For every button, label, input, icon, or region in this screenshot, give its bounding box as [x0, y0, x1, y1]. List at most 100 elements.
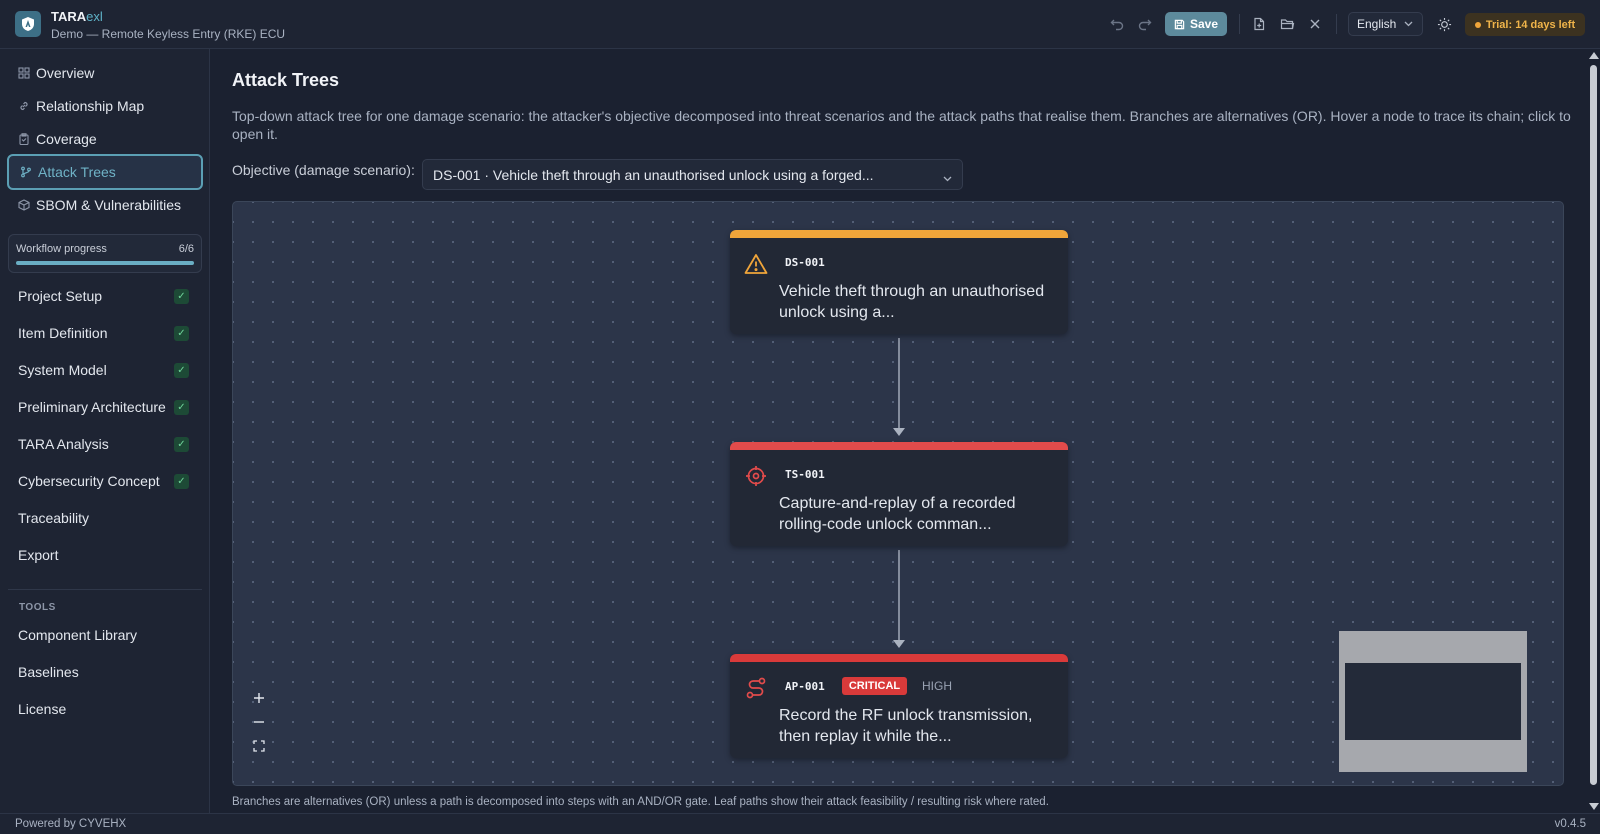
tool-label: Component Library [18, 627, 138, 643]
check-icon: ✓ [174, 474, 189, 489]
header-divider [1239, 14, 1240, 34]
node-text: Vehicle theft through an unauthorised un… [779, 283, 1045, 321]
clipboard-icon [18, 133, 30, 145]
tree-node-threat-scenario[interactable]: TS-001 Capture-and-replay of a recorded … [730, 442, 1068, 546]
nav-label: Attack Trees [38, 164, 116, 180]
app-version: v0.4.5 [1554, 818, 1586, 830]
theme-toggle-icon[interactable] [1435, 15, 1453, 33]
tree-node-damage-scenario[interactable]: DS-001 Vehicle theft through an unauthor… [730, 230, 1068, 334]
package-icon [18, 199, 30, 211]
app-title: TARAexl [51, 9, 103, 24]
page-title: Attack Trees [232, 70, 340, 90]
minus-icon [254, 721, 264, 723]
trial-label: Trial: 14 days left [1485, 18, 1576, 31]
check-icon: ✓ [174, 437, 189, 452]
check-icon: ✓ [174, 400, 189, 415]
tool-label: License [18, 701, 67, 717]
step-cybersecurity-concept[interactable]: Cybersecurity Concept ✓ [7, 464, 203, 498]
warning-icon [744, 252, 768, 276]
nav-attack-trees[interactable]: Attack Trees [7, 154, 203, 190]
check-icon: ✓ [174, 289, 189, 304]
grid-icon [18, 67, 30, 79]
save-icon [1174, 19, 1185, 29]
main-content: Attack Trees Top-down attack tree for on… [211, 49, 1587, 813]
language-value: English [1357, 17, 1397, 31]
arrow-head-icon [893, 428, 905, 436]
new-file-icon[interactable] [1250, 15, 1268, 33]
nav-label: Coverage [36, 131, 97, 147]
nav-relationship-map[interactable]: Relationship Map [7, 89, 203, 123]
redo-icon[interactable] [1136, 15, 1154, 33]
attack-tree-canvas[interactable]: DS-001 Vehicle theft through an unauthor… [232, 201, 1564, 786]
step-system-model[interactable]: System Model ✓ [7, 353, 203, 387]
close-project-icon[interactable] [1306, 15, 1324, 33]
node-color-bar [730, 230, 1068, 238]
step-label: TARA Analysis [18, 436, 109, 452]
language-select[interactable]: English [1348, 12, 1423, 36]
zoom-out-button[interactable] [247, 710, 271, 734]
step-export[interactable]: Export [7, 538, 203, 572]
scroll-up-icon[interactable] [1589, 52, 1599, 59]
route-icon [744, 676, 768, 700]
project-name: Demo — Remote Keyless Entry (RKE) ECU [51, 27, 286, 41]
undo-icon[interactable] [1108, 15, 1126, 33]
nav-label: Overview [36, 65, 95, 81]
step-traceability[interactable]: Traceability [7, 501, 203, 535]
node-id: DS-001 [785, 256, 825, 269]
shield-logo-icon [22, 17, 34, 31]
header-divider [1336, 14, 1337, 34]
save-label: Save [1189, 17, 1219, 31]
link-icon [18, 100, 30, 112]
canvas-footnote: Branches are alternatives (OR) unless a … [232, 796, 1049, 808]
step-label: Project Setup [18, 288, 103, 304]
workflow-label: Workflow progress [16, 243, 107, 255]
step-label: Preliminary Architecture [18, 399, 166, 415]
chevron-down-icon [943, 169, 952, 185]
step-label: Item Definition [18, 325, 108, 341]
check-icon: ✓ [174, 363, 189, 378]
step-item-definition[interactable]: Item Definition ✓ [7, 316, 203, 350]
scroll-thumb[interactable] [1590, 65, 1597, 785]
fit-view-button[interactable] [247, 734, 271, 758]
node-color-bar [730, 654, 1068, 662]
branch-icon [20, 166, 32, 178]
feasibility-label: HIGH [922, 679, 952, 693]
objective-select[interactable]: DS-001 · Vehicle theft through an unauth… [422, 159, 963, 190]
workflow-progress-fill [16, 261, 194, 265]
node-text: Record the RF unlock transmission, then … [779, 707, 1033, 745]
powered-by: Powered by CYVEHX [15, 818, 127, 830]
page-description: Top-down attack tree for one damage scen… [232, 108, 1571, 142]
nav-coverage[interactable]: Coverage [7, 122, 203, 156]
minimap[interactable] [1339, 631, 1527, 772]
tree-node-attack-path[interactable]: AP-001 CRITICAL HIGH Record the RF unloc… [730, 654, 1068, 758]
chevron-down-icon [1404, 21, 1413, 27]
tool-license[interactable]: License [7, 692, 203, 726]
step-label: Cybersecurity Concept [18, 473, 160, 489]
nav-sbom[interactable]: SBOM & Vulnerabilities [7, 188, 203, 222]
tool-baselines[interactable]: Baselines [7, 655, 203, 689]
main-scrollbar[interactable] [1588, 49, 1600, 813]
sidebar: Overview Relationship Map Coverage Attac… [0, 49, 210, 813]
step-preliminary-architecture[interactable]: Preliminary Architecture ✓ [7, 390, 203, 424]
sidebar-divider [8, 589, 202, 590]
zoom-in-button[interactable] [247, 686, 271, 710]
scroll-down-icon[interactable] [1589, 803, 1599, 810]
nav-label: Relationship Map [36, 98, 145, 114]
workflow-progress-bar [16, 261, 194, 265]
app-logo [15, 11, 41, 37]
open-folder-icon[interactable] [1278, 15, 1296, 33]
workflow-count: 6/6 [178, 243, 194, 255]
trial-badge[interactable]: Trial: 14 days left [1465, 13, 1585, 36]
tool-component-library[interactable]: Component Library [7, 618, 203, 652]
fullscreen-icon [253, 740, 265, 752]
step-tara-analysis[interactable]: TARA Analysis ✓ [7, 427, 203, 461]
minimap-viewport[interactable] [1345, 663, 1521, 740]
nav-overview[interactable]: Overview [7, 56, 203, 90]
tool-label: Baselines [18, 664, 79, 680]
app-header: TARAexl Demo — Remote Keyless Entry (RKE… [0, 0, 1600, 49]
step-project-setup[interactable]: Project Setup ✓ [7, 279, 203, 313]
risk-badge: CRITICAL [842, 677, 907, 695]
save-button[interactable]: Save [1165, 12, 1227, 36]
objective-label: Objective (damage scenario): [232, 162, 415, 178]
step-label: System Model [18, 362, 107, 378]
